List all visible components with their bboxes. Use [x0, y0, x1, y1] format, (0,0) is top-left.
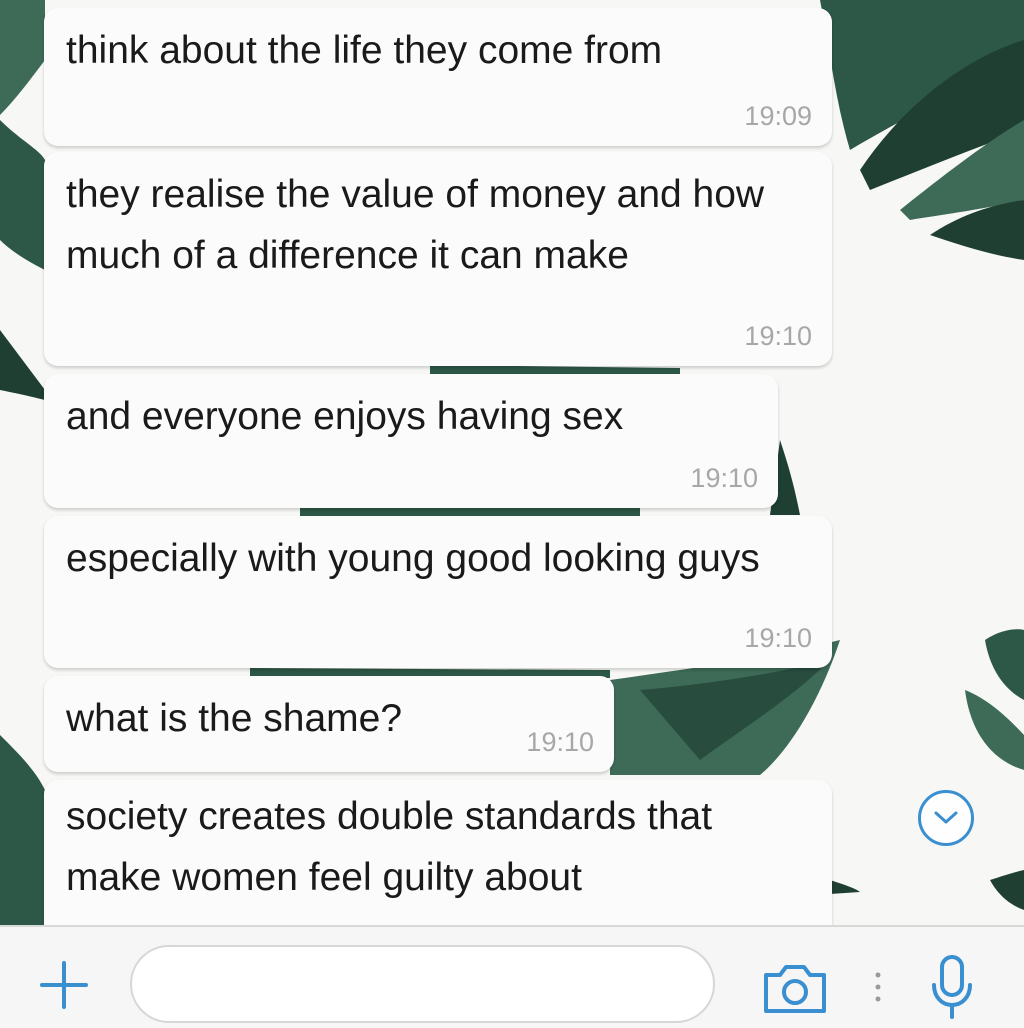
- message-timestamp: 19:10: [744, 623, 812, 653]
- message-bubble[interactable]: and everyone enjoys having sex 19:10: [44, 374, 778, 508]
- message-composer: [0, 925, 1024, 1023]
- attach-button[interactable]: [36, 957, 92, 1013]
- message-bubble[interactable]: what is the shame? 19:10: [44, 676, 614, 772]
- message-bubble[interactable]: especially with young good looking guys …: [44, 516, 832, 668]
- camera-button[interactable]: [760, 961, 830, 1017]
- camera-icon: [764, 965, 826, 1013]
- message-input[interactable]: [130, 945, 715, 1023]
- message-timestamp: 19:10: [744, 321, 812, 351]
- message-text: society creates double standards that ma…: [66, 795, 723, 899]
- message-timestamp: 19:09: [744, 101, 812, 131]
- message-timestamp: 19:10: [690, 463, 758, 493]
- message-list[interactable]: think about the life they come from 19:0…: [0, 0, 1024, 925]
- message-text: and everyone enjoys having sex: [66, 395, 624, 438]
- message-bubble[interactable]: think about the life they come from 19:0…: [44, 8, 832, 146]
- separator-dots: [874, 967, 882, 1007]
- message-bubble[interactable]: they realise the value of money and how …: [44, 152, 832, 366]
- plus-icon: [40, 961, 88, 1009]
- microphone-icon: [932, 955, 972, 1019]
- message-bubble[interactable]: society creates double standards that ma…: [44, 780, 832, 925]
- scroll-to-bottom-button[interactable]: [918, 790, 974, 846]
- message-text: what is the shame?: [66, 697, 403, 740]
- message-text: especially with young good looking guys: [66, 537, 760, 580]
- voice-note-button[interactable]: [928, 953, 976, 1023]
- chevron-down-icon: [934, 811, 958, 824]
- message-text: think about the life they come from: [66, 29, 663, 72]
- message-text: they realise the value of money and how …: [66, 173, 775, 277]
- message-timestamp: 19:10: [526, 727, 594, 757]
